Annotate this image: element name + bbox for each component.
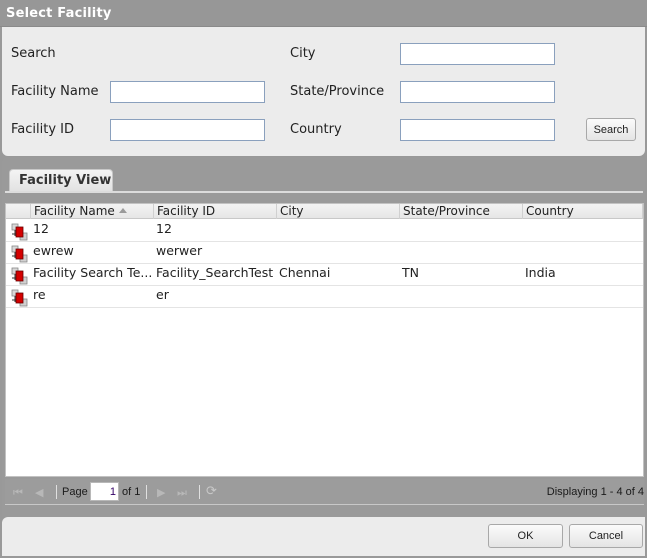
cell-name: 12	[33, 221, 49, 236]
facility-name-label: Facility Name	[11, 84, 99, 99]
title-bar[interactable]: Select Facility	[0, 0, 647, 27]
column-header-city[interactable]: City	[276, 204, 399, 219]
cell-country	[522, 220, 643, 242]
paging-toolbar: ⏮ ◀ Page of 1 ▶ ⏭ ⟳ Displaying 1 - 4 of …	[5, 479, 644, 505]
last-page-icon[interactable]: ⏭	[177, 486, 187, 500]
cell-state	[399, 286, 522, 308]
cell-name: Facility Search Te...	[33, 265, 153, 280]
page-count-label: of 1	[122, 486, 141, 498]
sort-ascending-icon	[118, 208, 127, 213]
ok-button[interactable]: OK	[488, 524, 563, 548]
cancel-button[interactable]: Cancel	[569, 524, 643, 548]
cell-name: ewrew	[33, 243, 74, 258]
cell-country	[522, 242, 643, 264]
select-facility-dialog: Select Facility Search Facility Name Fac…	[0, 0, 647, 558]
facility-id-input[interactable]	[110, 119, 265, 141]
cell-state: TN	[402, 265, 419, 280]
cell-country	[522, 286, 643, 308]
state-province-input[interactable]	[400, 81, 555, 103]
prev-page-icon[interactable]: ◀	[35, 486, 43, 499]
search-button[interactable]: Search	[586, 118, 636, 141]
column-header-country[interactable]: Country	[522, 204, 643, 219]
cell-state	[399, 242, 522, 264]
country-input[interactable]	[400, 119, 555, 141]
facility-name-input[interactable]	[110, 81, 265, 103]
cell-state	[399, 220, 522, 242]
column-header-facility-name[interactable]: Facility Name	[30, 204, 153, 219]
toolbar-separator	[199, 485, 200, 499]
search-panel: Search Facility Name Facility ID City St…	[2, 27, 645, 156]
cell-city	[276, 220, 399, 242]
city-label: City	[290, 46, 316, 61]
table-row[interactable]: ewrew werwer	[6, 242, 643, 264]
cell-city	[276, 286, 399, 308]
next-page-icon[interactable]: ▶	[157, 486, 165, 499]
dialog-title: Select Facility	[6, 6, 112, 21]
table-row[interactable]: Facility Search Te... Facility_SearchTest…	[6, 264, 643, 286]
dialog-footer: OK Cancel	[2, 517, 645, 556]
cell-id: er	[156, 287, 169, 302]
first-page-icon[interactable]: ⏮	[13, 486, 23, 500]
city-input[interactable]	[400, 43, 555, 65]
state-province-label: State/Province	[290, 84, 385, 99]
table-row[interactable]: re er	[6, 286, 643, 308]
facility-grid: Facility Name Facility ID City State/Pro…	[5, 203, 644, 477]
toolbar-separator	[146, 485, 147, 499]
displaying-status: Displaying 1 - 4 of 4	[546, 486, 644, 498]
tab-facility-view[interactable]: Facility View	[9, 169, 113, 191]
refresh-icon[interactable]: ⟳	[206, 484, 217, 499]
cell-id: Facility_SearchTest	[156, 265, 274, 280]
column-header-state-province[interactable]: State/Province	[399, 204, 522, 219]
cell-country: India	[525, 265, 556, 280]
page-label: Page	[62, 486, 88, 498]
facility-icon	[11, 223, 29, 241]
facility-icon	[11, 267, 29, 285]
facility-view-panel: Facility View Facility Name Facility ID …	[2, 157, 645, 517]
cell-name: re	[33, 287, 46, 302]
toolbar-separator	[56, 485, 57, 499]
page-number-input[interactable]	[90, 482, 119, 501]
tab-strip-divider	[5, 191, 643, 193]
table-row[interactable]: 12 12	[6, 220, 643, 242]
country-label: Country	[290, 122, 342, 137]
cell-id: werwer	[156, 243, 203, 258]
grid-header: Facility Name Facility ID City State/Pro…	[6, 204, 643, 219]
facility-icon	[11, 289, 29, 307]
cell-city	[276, 242, 399, 264]
column-header-facility-id[interactable]: Facility ID	[153, 204, 276, 219]
search-section-label: Search	[11, 46, 56, 61]
cell-id: 12	[156, 221, 172, 236]
facility-icon	[11, 245, 29, 263]
cell-city: Chennai	[279, 265, 331, 280]
facility-id-label: Facility ID	[11, 122, 75, 137]
